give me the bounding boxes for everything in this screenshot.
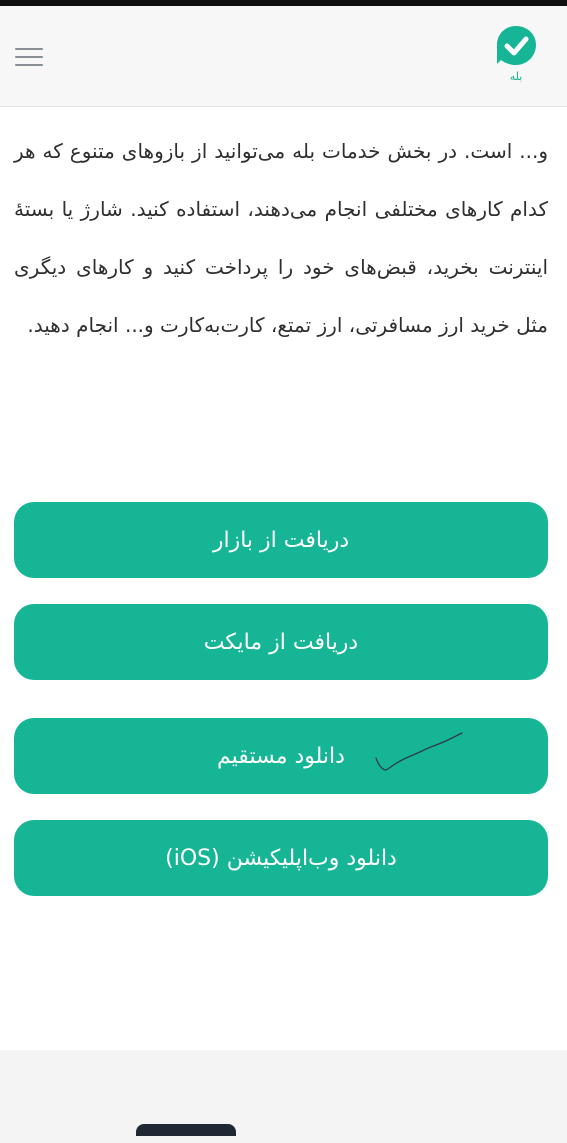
logo-text: بله [509, 70, 523, 83]
home-indicator [136, 1124, 236, 1136]
direct-download-button[interactable]: دانلود مستقیم [14, 718, 548, 794]
footer-area [0, 1050, 567, 1143]
download-webapp-ios-button[interactable]: دانلود وب‌اپلیکیشن (iOS) [14, 820, 548, 896]
bale-logo[interactable]: بله [492, 24, 540, 94]
download-bazaar-button[interactable]: دریافت از بازار [14, 502, 548, 578]
handwritten-scribble [375, 732, 463, 771]
download-myket-button[interactable]: دریافت از مایکت [14, 604, 548, 680]
main-content: و... است. در بخش خدمات بله می‌توانید از … [14, 122, 548, 354]
hamburger-menu-icon[interactable] [15, 46, 45, 68]
bale-checkmark-logo-icon [497, 26, 536, 65]
app-header: بله [0, 6, 567, 107]
description-paragraph: و... است. در بخش خدمات بله می‌توانید از … [14, 139, 548, 337]
